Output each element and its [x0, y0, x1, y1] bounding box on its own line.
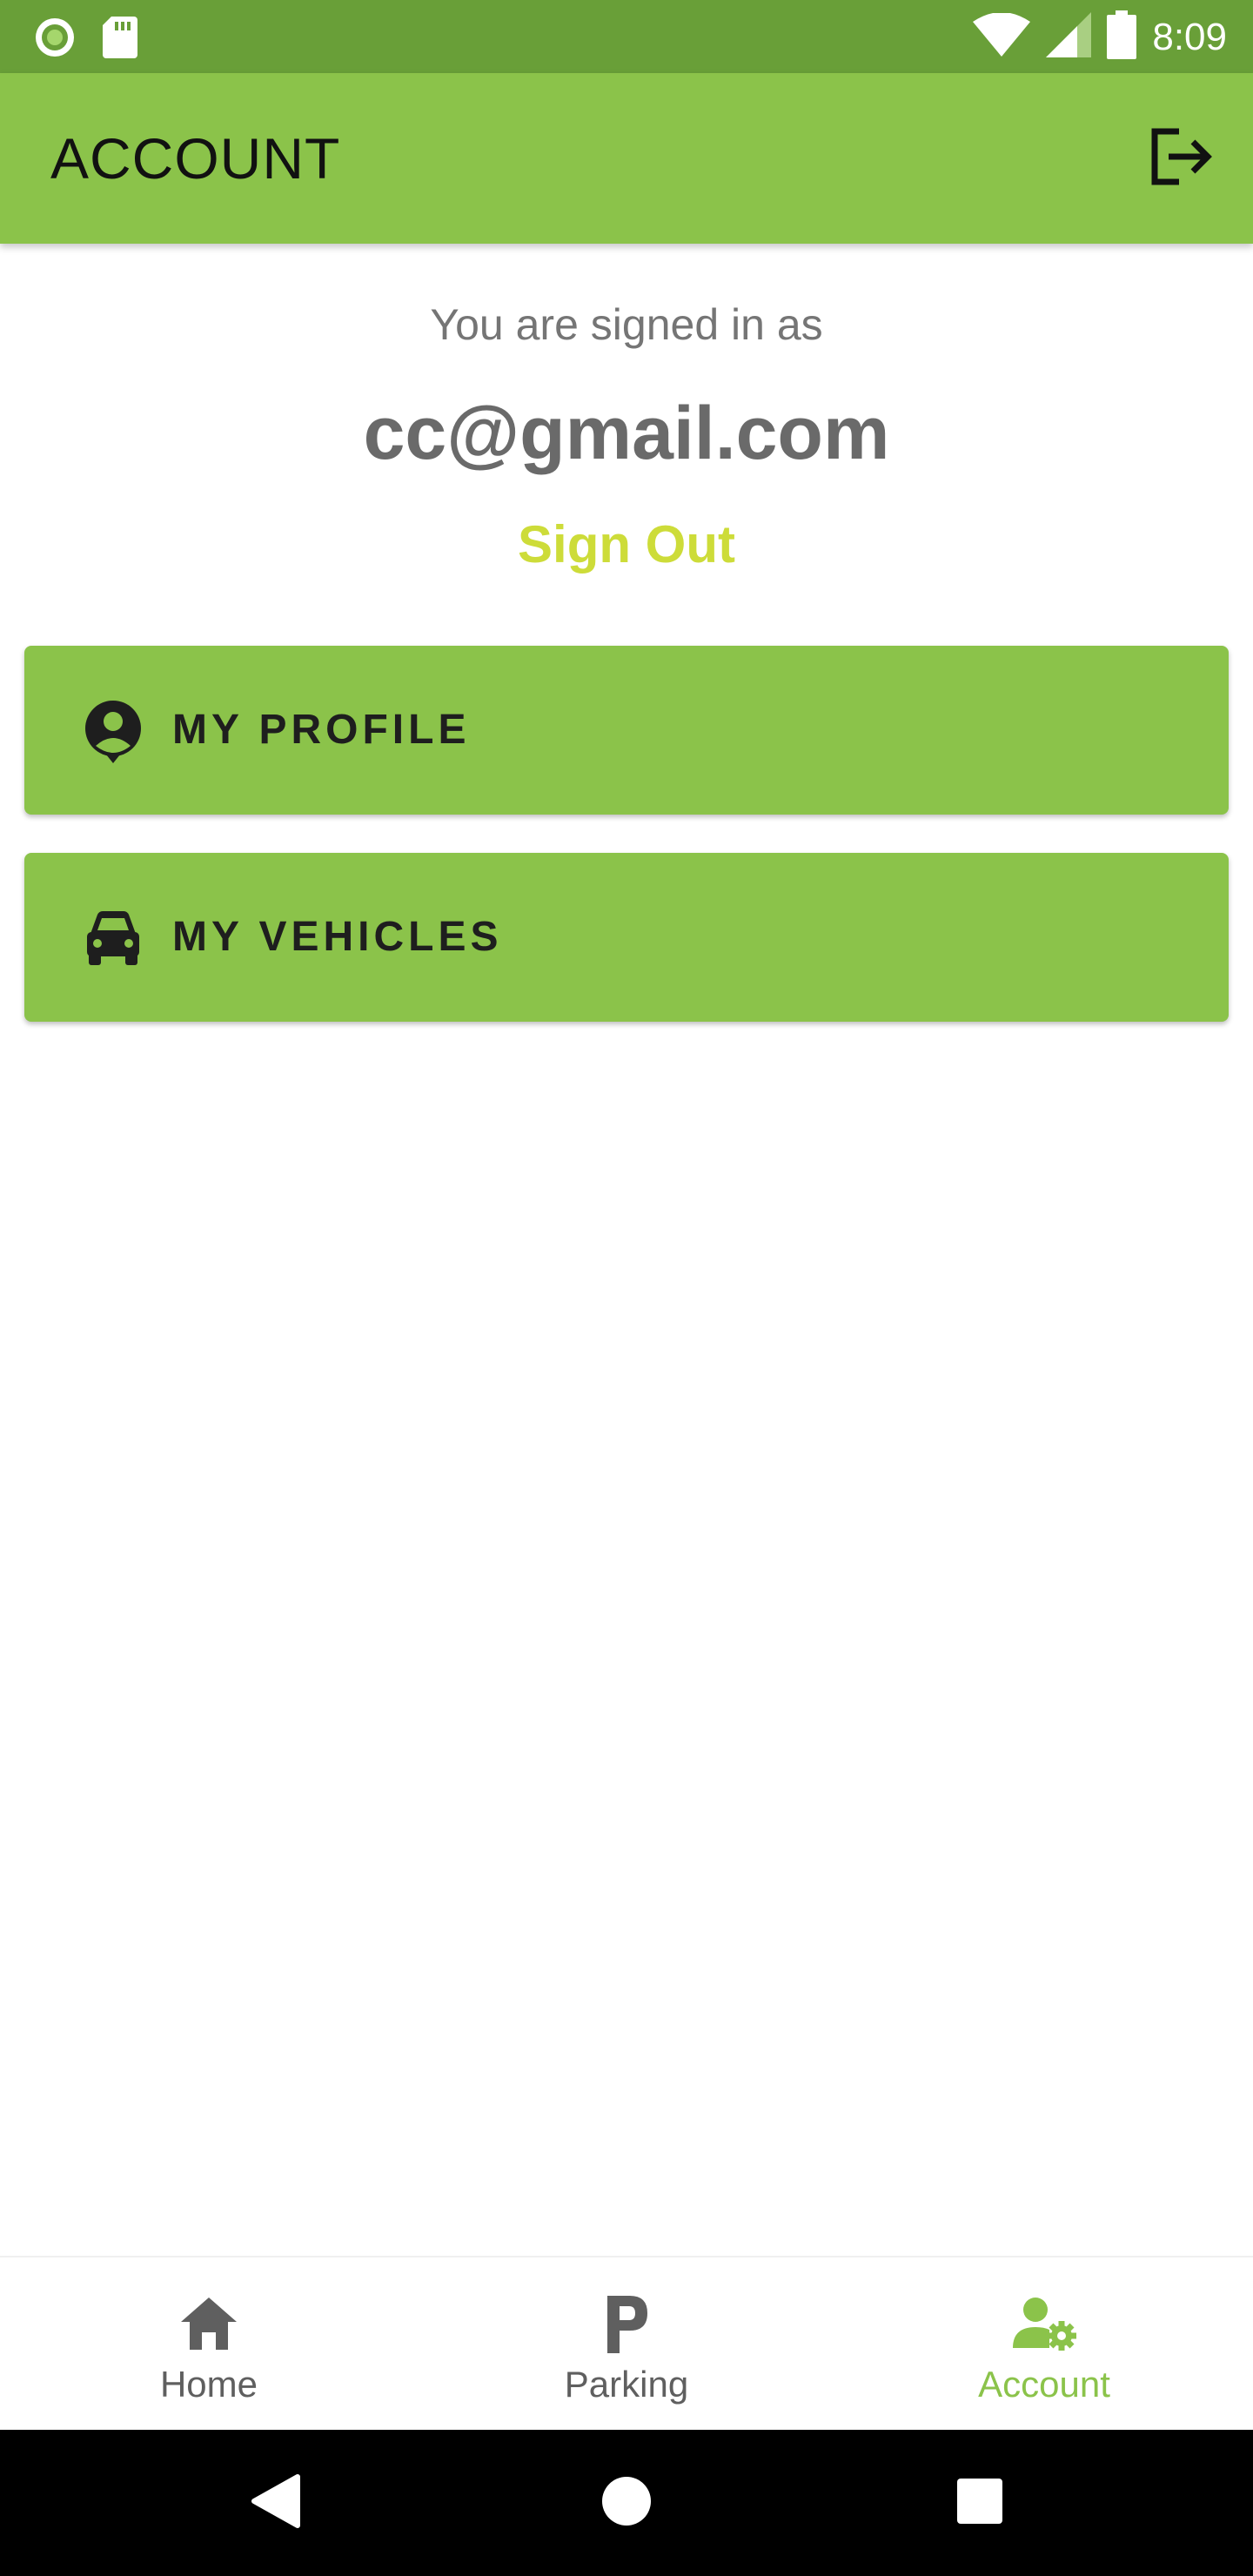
wifi-icon: [973, 12, 1031, 61]
system-back-button[interactable]: [240, 2468, 310, 2538]
my-profile-label: MY PROFILE: [172, 707, 471, 753]
system-nav-bar: [0, 2430, 1253, 2576]
nav-label-parking: Parking: [564, 2364, 689, 2405]
page-title: ACCOUNT: [50, 126, 341, 191]
status-bar: 8:09: [0, 0, 1253, 73]
recents-icon: [955, 2477, 1004, 2530]
sign-out-link[interactable]: Sign Out: [0, 510, 1253, 580]
nav-label-account: Account: [978, 2364, 1110, 2405]
logout-button[interactable]: [1142, 122, 1220, 195]
account-circle-icon: [78, 695, 148, 765]
bottom-nav: Home Parking Account: [0, 2256, 1253, 2432]
system-home-button[interactable]: [592, 2468, 661, 2538]
home-circle-icon: [600, 2475, 653, 2532]
account-email: cc@gmail.com: [363, 392, 890, 475]
system-recents-button[interactable]: [945, 2468, 1015, 2538]
app-bar: ACCOUNT: [0, 73, 1253, 244]
home-icon: [174, 2289, 244, 2358]
battery-icon: [1107, 10, 1137, 64]
parking-icon: [592, 2289, 661, 2358]
my-profile-button[interactable]: MY PROFILE: [24, 646, 1229, 815]
signed-in-label: You are signed in as: [430, 300, 823, 349]
nav-item-home[interactable]: Home: [0, 2257, 418, 2432]
nav-item-account[interactable]: Account: [835, 2257, 1253, 2432]
nav-label-home: Home: [159, 2364, 258, 2405]
sd-card-icon: [103, 17, 137, 63]
my-vehicles-label: MY VEHICLES: [172, 914, 503, 960]
car-icon: [78, 902, 148, 972]
status-time: 8:09: [1152, 15, 1227, 58]
account-settings-icon: [1009, 2289, 1079, 2358]
logout-icon: [1148, 126, 1214, 191]
cell-signal-icon: [1046, 12, 1092, 62]
nav-item-parking[interactable]: Parking: [418, 2257, 835, 2432]
record-icon: [33, 16, 77, 64]
my-vehicles-button[interactable]: MY VEHICLES: [24, 853, 1229, 1022]
back-icon: [249, 2473, 301, 2533]
